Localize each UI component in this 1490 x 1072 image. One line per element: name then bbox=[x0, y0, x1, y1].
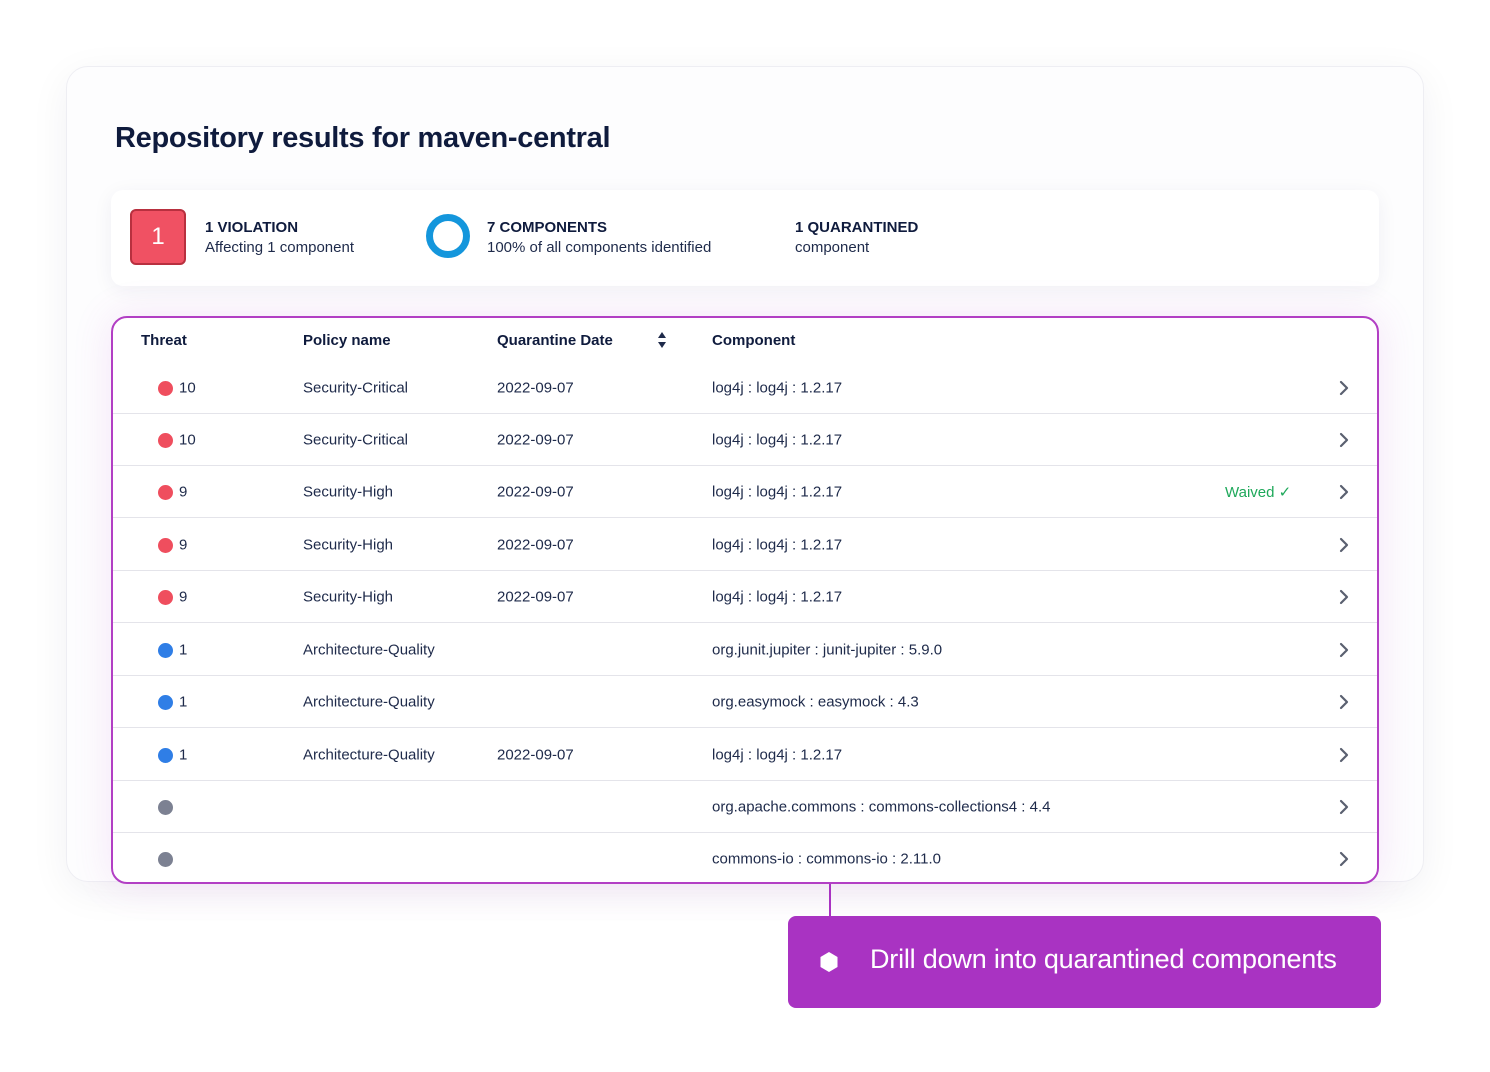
threat-score: 1 bbox=[179, 641, 188, 658]
quarantine-date: 2022-09-07 bbox=[497, 379, 574, 396]
threat-score: 9 bbox=[179, 483, 188, 500]
threat-level-dot bbox=[158, 484, 173, 500]
policy-name: Architecture-Quality bbox=[303, 693, 435, 710]
component-coordinates: log4j : log4j : 1.2.17 bbox=[712, 379, 843, 396]
components-ring-icon bbox=[426, 214, 470, 258]
policy-name: Security-High bbox=[303, 483, 394, 500]
quarantined-subtitle: component bbox=[795, 239, 870, 256]
quarantine-date: 2022-09-07 bbox=[497, 588, 574, 605]
table-row[interactable]: 9 Security-High 2022-09-07 log4j : log4j : … bbox=[113, 571, 1377, 623]
chevron-right-icon[interactable] bbox=[1337, 536, 1351, 554]
component-coordinates: log4j : log4j : 1.2.17 bbox=[712, 431, 843, 448]
violation-count-badge: 1 bbox=[130, 209, 186, 265]
threat-score: 1 bbox=[179, 693, 188, 710]
quarantine-date: 2022-09-07 bbox=[497, 746, 574, 763]
chevron-right-icon[interactable] bbox=[1337, 588, 1351, 606]
hexagon-icon bbox=[820, 952, 838, 972]
summary-bar: 1 1 VIOLATION Affecting 1 component 7 CO… bbox=[111, 190, 1379, 286]
page-title: Repository results for maven-central bbox=[115, 122, 611, 154]
component-coordinates: org.easymock : easymock : 4.3 bbox=[712, 693, 919, 710]
component-coordinates: org.apache.commons : commons-collections… bbox=[712, 798, 1051, 815]
components-stat: 7 COMPONENTS 100% of all components iden… bbox=[487, 218, 711, 258]
chevron-right-icon[interactable] bbox=[1337, 641, 1351, 659]
results-table: Threat Policy name Quarantine Date Compo… bbox=[111, 316, 1379, 884]
quarantine-date: 2022-09-07 bbox=[497, 431, 574, 448]
chevron-right-icon[interactable] bbox=[1337, 693, 1351, 711]
table-row[interactable]: 9 Security-High 2022-09-07 log4j : log4j : … bbox=[113, 466, 1377, 518]
threat-level-dot bbox=[158, 642, 173, 658]
sort-icon[interactable] bbox=[656, 330, 668, 350]
threat-level-dot bbox=[158, 380, 173, 396]
policy-name: Security-High bbox=[303, 588, 394, 605]
policy-name: Security-High bbox=[303, 536, 394, 553]
chevron-right-icon[interactable] bbox=[1337, 850, 1351, 868]
component-coordinates: log4j : log4j : 1.2.17 bbox=[712, 746, 843, 763]
chevron-right-icon[interactable] bbox=[1337, 798, 1351, 816]
chevron-right-icon[interactable] bbox=[1337, 379, 1351, 397]
chevron-right-icon[interactable] bbox=[1337, 483, 1351, 501]
table-row[interactable]: 1 Architecture-Quality org.easymock : easy… bbox=[113, 676, 1377, 728]
component-coordinates: org.junit.jupiter : junit-jupiter : 5.9.… bbox=[712, 641, 943, 658]
quarantine-date: 2022-09-07 bbox=[497, 483, 574, 500]
threat-level-dot bbox=[158, 694, 173, 710]
violation-subtitle: Affecting 1 component bbox=[205, 239, 354, 256]
table-row[interactable]: commons-io : commons-io : 2.11.0 bbox=[113, 833, 1377, 882]
table-row[interactable]: 10 Security-Critical 2022-09-07 log4j : log… bbox=[113, 362, 1377, 414]
components-subtitle: 100% of all components identified bbox=[487, 239, 712, 256]
table-row[interactable]: 9 Security-High 2022-09-07 log4j : log4j : … bbox=[113, 519, 1377, 571]
components-title: 7 COMPONENTS bbox=[487, 219, 608, 236]
policy-name: Security-Critical bbox=[303, 431, 409, 448]
quarantine-date: 2022-09-07 bbox=[497, 536, 574, 553]
policy-name: Architecture-Quality bbox=[303, 746, 435, 763]
table-row[interactable]: org.apache.commons : commons-collections… bbox=[113, 781, 1377, 833]
threat-level-dot bbox=[158, 537, 173, 553]
header-policy-name[interactable]: Policy name bbox=[303, 332, 391, 349]
violation-title: 1 VIOLATION bbox=[205, 219, 299, 236]
table-row[interactable]: 10 Security-Critical 2022-09-07 log4j : log… bbox=[113, 414, 1377, 466]
chevron-right-icon[interactable] bbox=[1337, 431, 1351, 449]
violation-stat: 1 VIOLATION Affecting 1 component bbox=[205, 218, 354, 258]
table-row[interactable]: 1 Architecture-Quality org.junit.jupiter :… bbox=[113, 624, 1377, 676]
threat-score: 9 bbox=[179, 536, 188, 553]
drill-down-callout: Drill down into quarantined components bbox=[788, 916, 1381, 1008]
table-row[interactable]: 1 Architecture-Quality 2022-09-07 log4j : l… bbox=[113, 729, 1377, 781]
component-coordinates: log4j : log4j : 1.2.17 bbox=[712, 536, 843, 553]
component-coordinates: commons-io : commons-io : 2.11.0 bbox=[712, 850, 941, 868]
header-threat[interactable]: Threat bbox=[141, 332, 187, 349]
chevron-right-icon[interactable] bbox=[1337, 746, 1351, 764]
threat-level-dot bbox=[158, 799, 173, 815]
callout-text: Drill down into quarantined components bbox=[870, 944, 1337, 974]
waived-status: Waived ✓ bbox=[1225, 483, 1292, 501]
threat-score: 10 bbox=[179, 379, 196, 396]
header-component[interactable]: Component bbox=[712, 332, 795, 349]
policy-name: Architecture-Quality bbox=[303, 641, 435, 658]
threat-score: 10 bbox=[179, 431, 196, 448]
quarantined-title: 1 QUARANTINED bbox=[795, 219, 919, 236]
header-quarantine-date[interactable]: Quarantine Date bbox=[497, 332, 613, 349]
threat-level-dot bbox=[158, 432, 173, 448]
component-coordinates: log4j : log4j : 1.2.17 bbox=[712, 588, 843, 605]
threat-score: 1 bbox=[179, 746, 188, 763]
table-header: Threat Policy name Quarantine Date Compo… bbox=[113, 318, 1377, 366]
threat-score: 9 bbox=[179, 588, 188, 605]
quarantined-stat: 1 QUARANTINED component bbox=[795, 218, 918, 258]
threat-level-dot bbox=[158, 852, 173, 867]
component-coordinates: log4j : log4j : 1.2.17 bbox=[712, 483, 843, 500]
callout-connector bbox=[829, 884, 831, 916]
threat-level-dot bbox=[158, 747, 173, 763]
threat-level-dot bbox=[158, 589, 173, 605]
policy-name: Security-Critical bbox=[303, 379, 409, 396]
